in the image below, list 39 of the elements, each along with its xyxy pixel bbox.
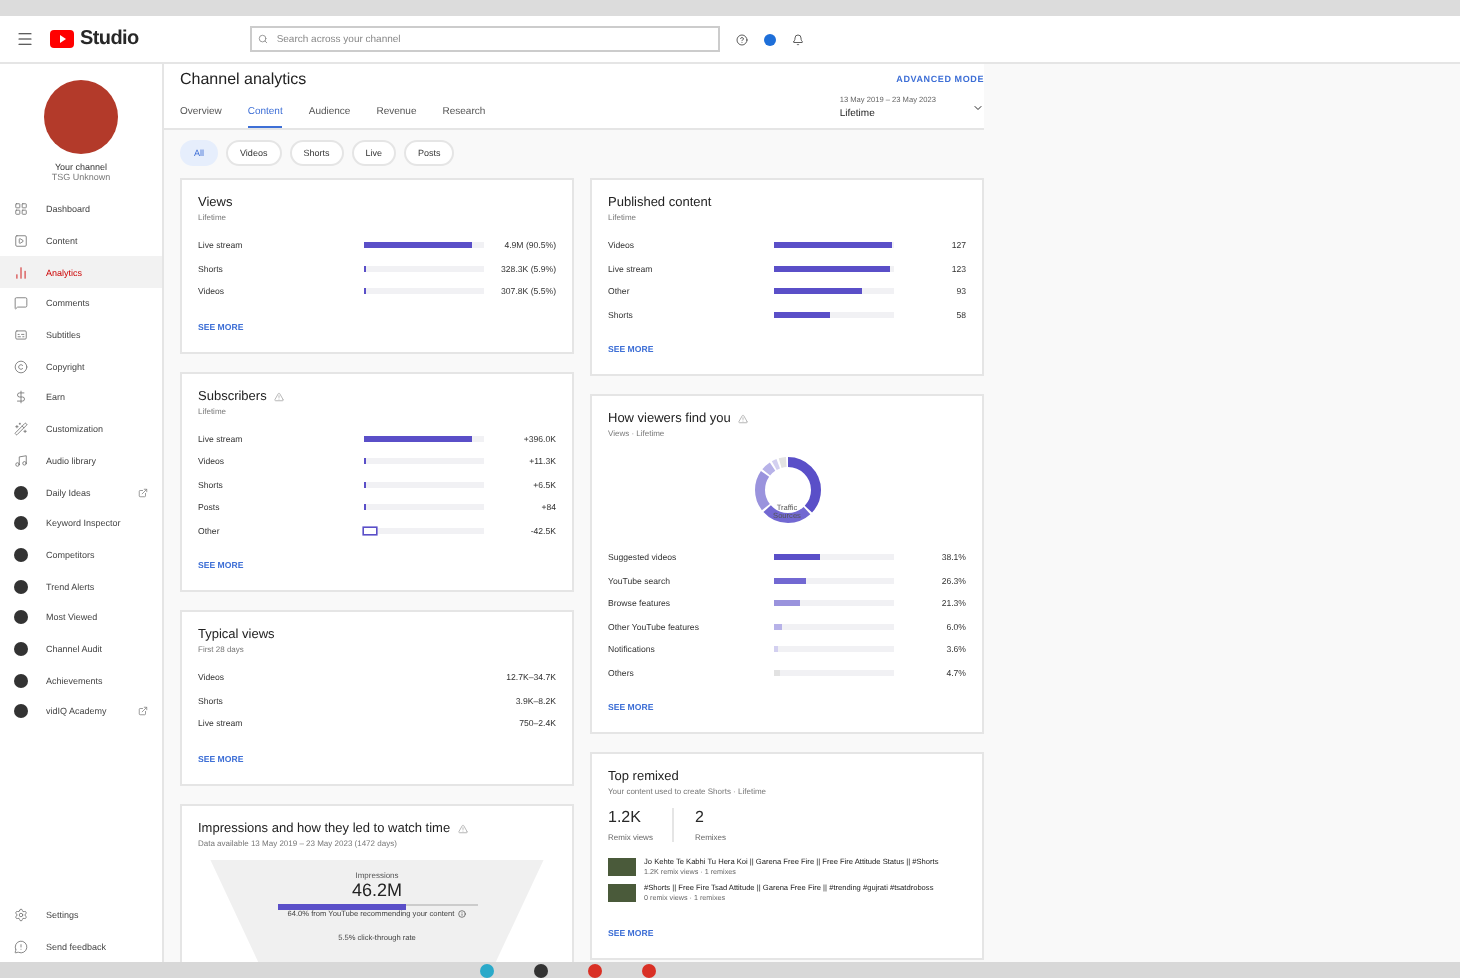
tool-icon [14, 579, 28, 594]
tool-icon [14, 485, 28, 500]
dropdown-caret-icon[interactable] [972, 102, 984, 114]
tool-icon [14, 516, 28, 531]
impressions-value: 46.2M [351, 879, 402, 899]
nav-icon [14, 202, 28, 217]
warning-icon [738, 414, 749, 424]
nav-icon [14, 234, 28, 249]
feedback-icon [14, 939, 28, 954]
channel-avatar[interactable] [44, 80, 118, 154]
nav-icon [14, 296, 28, 311]
stat-value: 1.2K [608, 808, 643, 826]
info-icon [458, 910, 467, 918]
stat-value: 2 [694, 808, 706, 826]
nav-icon [14, 453, 28, 468]
warning-icon [458, 823, 469, 833]
video-thumbnail[interactable] [608, 884, 636, 902]
settings-icon [14, 907, 28, 922]
tool-icon [14, 673, 28, 688]
logo-text: Studio [80, 28, 139, 50]
nav-icon [14, 359, 28, 374]
tool-icon [14, 610, 28, 625]
search-icon [258, 34, 269, 44]
taskbar-app-icon[interactable] [534, 963, 548, 977]
avatar-icon[interactable] [764, 33, 777, 45]
tool-icon [14, 704, 28, 719]
nav-icon [14, 265, 28, 280]
nav-icon [14, 390, 28, 405]
help-icon[interactable] [736, 33, 749, 45]
menu-icon[interactable] [16, 30, 34, 48]
nav-icon [14, 328, 28, 343]
play-logo-icon [50, 30, 74, 48]
video-thumbnail[interactable] [608, 858, 636, 876]
tool-icon [14, 641, 28, 656]
nav-icon [14, 422, 28, 437]
page-title: Channel analytics [180, 69, 307, 87]
warning-icon [274, 391, 285, 401]
bell-icon[interactable] [792, 33, 805, 45]
tool-icon [14, 547, 28, 562]
